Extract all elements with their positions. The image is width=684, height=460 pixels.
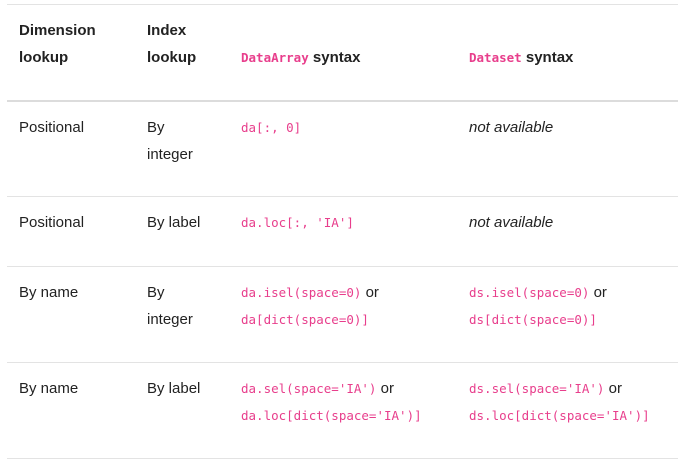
code-snippet: da.loc[dict(space='IA')] [241, 408, 422, 423]
cell-index: By label [135, 197, 229, 267]
header-row: Dimension lookup Index lookup DataArray … [7, 4, 678, 101]
cell-index: By integer [135, 267, 229, 363]
or-text: or [604, 380, 622, 397]
code-line: da.isel(space=0) or [241, 279, 457, 306]
cell-dimension: Positional [7, 101, 135, 197]
cell-text: By [147, 118, 165, 136]
code-snippet: ds.sel(space='IA') [469, 381, 605, 396]
cell-text: not available [469, 118, 554, 136]
or-text: or [376, 380, 394, 397]
cell-text: By [147, 284, 165, 301]
header-dimension-lookup: Dimension lookup [7, 5, 135, 101]
cell-index: By integer [135, 101, 229, 197]
code-snippet: ds.isel(space=0) [469, 285, 590, 300]
code-snippet: da.loc[:, 'IA'] [241, 215, 354, 230]
table-body: Positional By integer da[:, 0] not avail… [7, 101, 678, 459]
cell-dataarray: da[:, 0] [229, 101, 457, 197]
cell-text: integer [147, 145, 193, 163]
cell-text: not available [469, 214, 554, 231]
table-row: Positional By label da.loc[:, 'IA'] not … [7, 197, 678, 267]
code-line: da[dict(space=0)] [241, 306, 457, 333]
cell-dataset: not available [457, 197, 678, 267]
cell-text: By name [19, 380, 79, 397]
header-text: lookup [19, 49, 69, 66]
cell-dataarray: da.sel(space='IA') or da.loc[dict(space=… [229, 363, 457, 459]
code-snippet: da[dict(space=0)] [241, 312, 369, 327]
cell-text: By name [19, 284, 79, 301]
header-text: lookup [147, 49, 197, 66]
header-code: DataArray [241, 50, 309, 65]
header-code: Dataset [469, 50, 522, 65]
header-dataset-syntax: Dataset syntax [457, 5, 678, 101]
cell-text: Positional [19, 214, 85, 231]
header-text: Index [147, 22, 187, 39]
code-snippet: da.sel(space='IA') [241, 381, 377, 396]
code-snippet: da.isel(space=0) [241, 285, 362, 300]
table-header: Dimension lookup Index lookup DataArray … [7, 4, 678, 101]
table-row: By name By integer da.isel(space=0) or d… [7, 267, 678, 363]
cell-dataset: not available [457, 101, 678, 197]
cell-text: Positional [19, 118, 85, 136]
code-line: da.loc[dict(space='IA')] [241, 402, 457, 429]
cell-dataarray: da.loc[:, 'IA'] [229, 197, 457, 267]
or-text: or [589, 284, 607, 301]
cell-dataarray: da.isel(space=0) or da[dict(space=0)] [229, 267, 457, 363]
cell-text: By label [147, 380, 201, 397]
header-text: syntax [521, 49, 574, 66]
header-index-lookup: Index lookup [135, 5, 229, 101]
code-line: ds.loc[dict(space='IA')] [469, 402, 678, 429]
code-snippet: ds.loc[dict(space='IA')] [469, 408, 650, 423]
code-line: ds[dict(space=0)] [469, 306, 678, 333]
code-line: ds.isel(space=0) or [469, 279, 678, 306]
cell-dimension: By name [7, 363, 135, 459]
or-text: or [361, 284, 379, 301]
code-line: da.sel(space='IA') or [241, 375, 457, 402]
indexing-table: Dimension lookup Index lookup DataArray … [7, 4, 678, 459]
header-dataarray-syntax: DataArray syntax [229, 5, 457, 101]
table-row: By name By label da.sel(space='IA') or d… [7, 363, 678, 459]
header-text: syntax [308, 49, 361, 66]
cell-text: integer [147, 311, 193, 328]
code-snippet: ds[dict(space=0)] [469, 312, 597, 327]
cell-index: By label [135, 363, 229, 459]
cell-dataset: ds.isel(space=0) or ds[dict(space=0)] [457, 267, 678, 363]
cell-text: By label [147, 214, 201, 231]
code-snippet: da[:, 0] [241, 119, 302, 135]
table-row: Positional By integer da[:, 0] not avail… [7, 101, 678, 197]
header-text: Dimension [19, 22, 96, 39]
cell-dimension: Positional [7, 197, 135, 267]
cell-dataset: ds.sel(space='IA') or ds.loc[dict(space=… [457, 363, 678, 459]
code-line: ds.sel(space='IA') or [469, 375, 678, 402]
cell-dimension: By name [7, 267, 135, 363]
